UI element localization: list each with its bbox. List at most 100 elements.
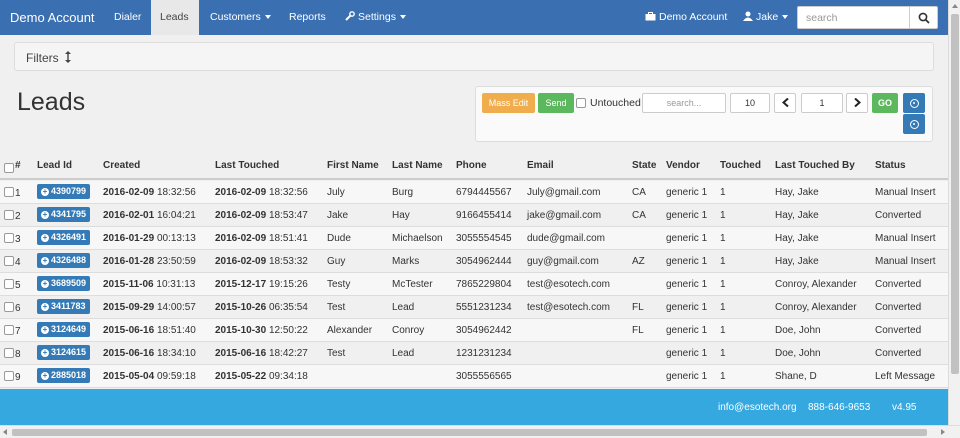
table-row[interactable]: 7 +3124649 2015-06-16 18:51:40 2015-10-30 1… bbox=[0, 319, 948, 342]
mass-edit-button[interactable]: Mass Edit bbox=[482, 93, 535, 113]
row-checkbox[interactable] bbox=[4, 210, 14, 220]
scroll-right-icon[interactable] bbox=[941, 429, 945, 435]
row-checkbox[interactable] bbox=[4, 371, 14, 381]
status-cell: Converted bbox=[875, 279, 922, 290]
vertical-scrollbar[interactable] bbox=[948, 0, 960, 438]
leads-search-input[interactable]: search... bbox=[642, 93, 726, 113]
nav-reports[interactable]: Reports bbox=[280, 0, 335, 35]
lead-id-button[interactable]: +3411783 bbox=[37, 299, 90, 314]
col-lead-id[interactable]: Lead Id bbox=[37, 160, 72, 176]
table-row[interactable]: 1 +4390799 2016-02-09 18:32:56 2016-02-09 1… bbox=[0, 181, 948, 204]
table-row[interactable]: 2 +4341795 2016-02-01 16:04:21 2016-02-09 1… bbox=[0, 204, 948, 227]
chevron-right-icon bbox=[853, 97, 861, 108]
lead-id-button[interactable]: +3124649 bbox=[37, 322, 90, 337]
nav-account[interactable]: Demo Account bbox=[636, 0, 736, 35]
col-status[interactable]: Status bbox=[875, 160, 906, 176]
created-cell: 2016-01-29 00:13:13 bbox=[103, 233, 196, 244]
go-button[interactable]: GO bbox=[872, 93, 898, 113]
nav-dialer[interactable]: Dialer bbox=[105, 0, 150, 35]
filters-toggle[interactable]: Filters bbox=[26, 51, 72, 65]
lead-id-button[interactable]: +4341795 bbox=[37, 207, 90, 222]
lead-id-button[interactable]: +4326491 bbox=[37, 230, 90, 245]
lead-id-button[interactable]: +4326488 bbox=[37, 253, 90, 268]
plus-circle-icon: + bbox=[41, 279, 49, 288]
nav-settings[interactable]: Settings bbox=[336, 0, 415, 35]
send-button[interactable]: Send bbox=[538, 93, 574, 113]
horizontal-scroll-thumb[interactable] bbox=[12, 429, 927, 436]
col-created[interactable]: Created bbox=[103, 160, 140, 176]
created-cell: 2016-02-01 16:04:21 bbox=[103, 210, 196, 221]
touched-time: 19:15:26 bbox=[268, 279, 308, 290]
page-size-input[interactable]: 10 bbox=[730, 93, 770, 113]
lead-id-button[interactable]: +3124615 bbox=[37, 345, 90, 360]
vertical-scroll-thumb[interactable] bbox=[951, 14, 959, 374]
table-row[interactable]: 6 +3411783 2015-09-29 14:00:57 2015-10-26 0… bbox=[0, 296, 948, 319]
scroll-up-icon[interactable] bbox=[952, 4, 958, 8]
nav-customers[interactable]: Customers bbox=[201, 0, 280, 35]
nav-user[interactable]: Jake bbox=[734, 0, 797, 35]
footer-email-link[interactable]: info@esotech.org bbox=[718, 402, 797, 413]
filters-panel[interactable]: Filters bbox=[14, 42, 934, 71]
row-number: 7 bbox=[15, 326, 21, 337]
search-button[interactable] bbox=[909, 6, 938, 29]
table-row[interactable]: 9 +2885018 2015-05-04 09:59:18 2015-05-22 0… bbox=[0, 365, 948, 388]
footer-phone: 888-646-9653 bbox=[808, 402, 871, 413]
vendor-cell: generic 1 bbox=[666, 256, 708, 267]
select-all-checkbox[interactable] bbox=[4, 163, 14, 173]
row-checkbox[interactable] bbox=[4, 302, 14, 312]
table-row[interactable]: 4 +4326488 2016-01-28 23:50:59 2016-02-09 1… bbox=[0, 250, 948, 273]
brand-link[interactable]: Demo Account bbox=[10, 0, 95, 35]
nav-leads[interactable]: Leads bbox=[151, 0, 199, 35]
row-checkbox[interactable] bbox=[4, 233, 14, 243]
touched-count-cell: 1 bbox=[720, 233, 726, 244]
info-button-bottom[interactable] bbox=[903, 114, 925, 134]
info-button-top[interactable] bbox=[903, 93, 925, 113]
created-date: 2016-02-09 bbox=[103, 187, 155, 198]
row-number: 3 bbox=[15, 234, 21, 245]
touched-date: 2016-02-09 bbox=[215, 210, 267, 221]
touched-count-cell: 1 bbox=[720, 279, 726, 290]
last-touched-cell: 2015-05-22 09:34:18 bbox=[215, 371, 308, 382]
search-input[interactable]: search bbox=[797, 6, 910, 29]
row-checkbox[interactable] bbox=[4, 187, 14, 197]
col-vendor[interactable]: Vendor bbox=[666, 160, 700, 176]
status-cell: Converted bbox=[875, 348, 922, 359]
nav-customers-label: Customers bbox=[210, 11, 261, 23]
col-state[interactable]: State bbox=[632, 160, 656, 176]
col-touched[interactable]: Touched bbox=[720, 160, 761, 176]
table-row[interactable]: 3 +4326491 2016-01-29 00:13:13 2016-02-09 1… bbox=[0, 227, 948, 250]
lead-id-button[interactable]: +2885018 bbox=[37, 368, 90, 383]
horizontal-scrollbar[interactable] bbox=[0, 425, 960, 438]
col-phone[interactable]: Phone bbox=[456, 160, 487, 176]
col-last-touched[interactable]: Last Touched bbox=[215, 160, 279, 176]
col-first-name[interactable]: First Name bbox=[327, 160, 379, 176]
leads-toolbar: Mass Edit Send Untouched search... 10 1 … bbox=[475, 86, 933, 142]
col-num[interactable]: # bbox=[15, 160, 21, 176]
untouched-label: Untouched bbox=[590, 97, 641, 109]
row-checkbox[interactable] bbox=[4, 279, 14, 289]
untouched-checkbox[interactable] bbox=[576, 98, 586, 108]
col-last-touched-by[interactable]: Last Touched By bbox=[775, 160, 855, 176]
lead-id-button[interactable]: +4390799 bbox=[37, 184, 90, 199]
prev-page-button[interactable] bbox=[774, 93, 796, 113]
col-last-name[interactable]: Last Name bbox=[392, 160, 443, 176]
table-row[interactable]: 8 +3124615 2015-06-16 18:34:10 2015-06-16 1… bbox=[0, 342, 948, 365]
state-cell: CA bbox=[632, 187, 646, 198]
row-checkbox[interactable] bbox=[4, 348, 14, 358]
lead-id: 3124649 bbox=[51, 324, 87, 334]
page-number-input[interactable]: 1 bbox=[801, 93, 843, 113]
touched-date: 2016-02-09 bbox=[215, 256, 267, 267]
row-checkbox[interactable] bbox=[4, 325, 14, 335]
table-row[interactable]: 5 +3689509 2015-11-06 10:31:13 2015-12-17 1… bbox=[0, 273, 948, 296]
chevron-down-icon bbox=[264, 15, 271, 20]
plus-circle-icon: + bbox=[41, 187, 49, 196]
touched-count-cell: 1 bbox=[720, 371, 726, 382]
state-cell: FL bbox=[632, 302, 644, 313]
scroll-left-icon[interactable] bbox=[3, 429, 7, 435]
next-page-button[interactable] bbox=[846, 93, 868, 113]
created-date: 2015-09-29 bbox=[103, 302, 155, 313]
created-time: 18:51:40 bbox=[156, 325, 196, 336]
col-email[interactable]: Email bbox=[527, 160, 554, 176]
lead-id-button[interactable]: +3689509 bbox=[37, 276, 90, 291]
row-checkbox[interactable] bbox=[4, 256, 14, 266]
